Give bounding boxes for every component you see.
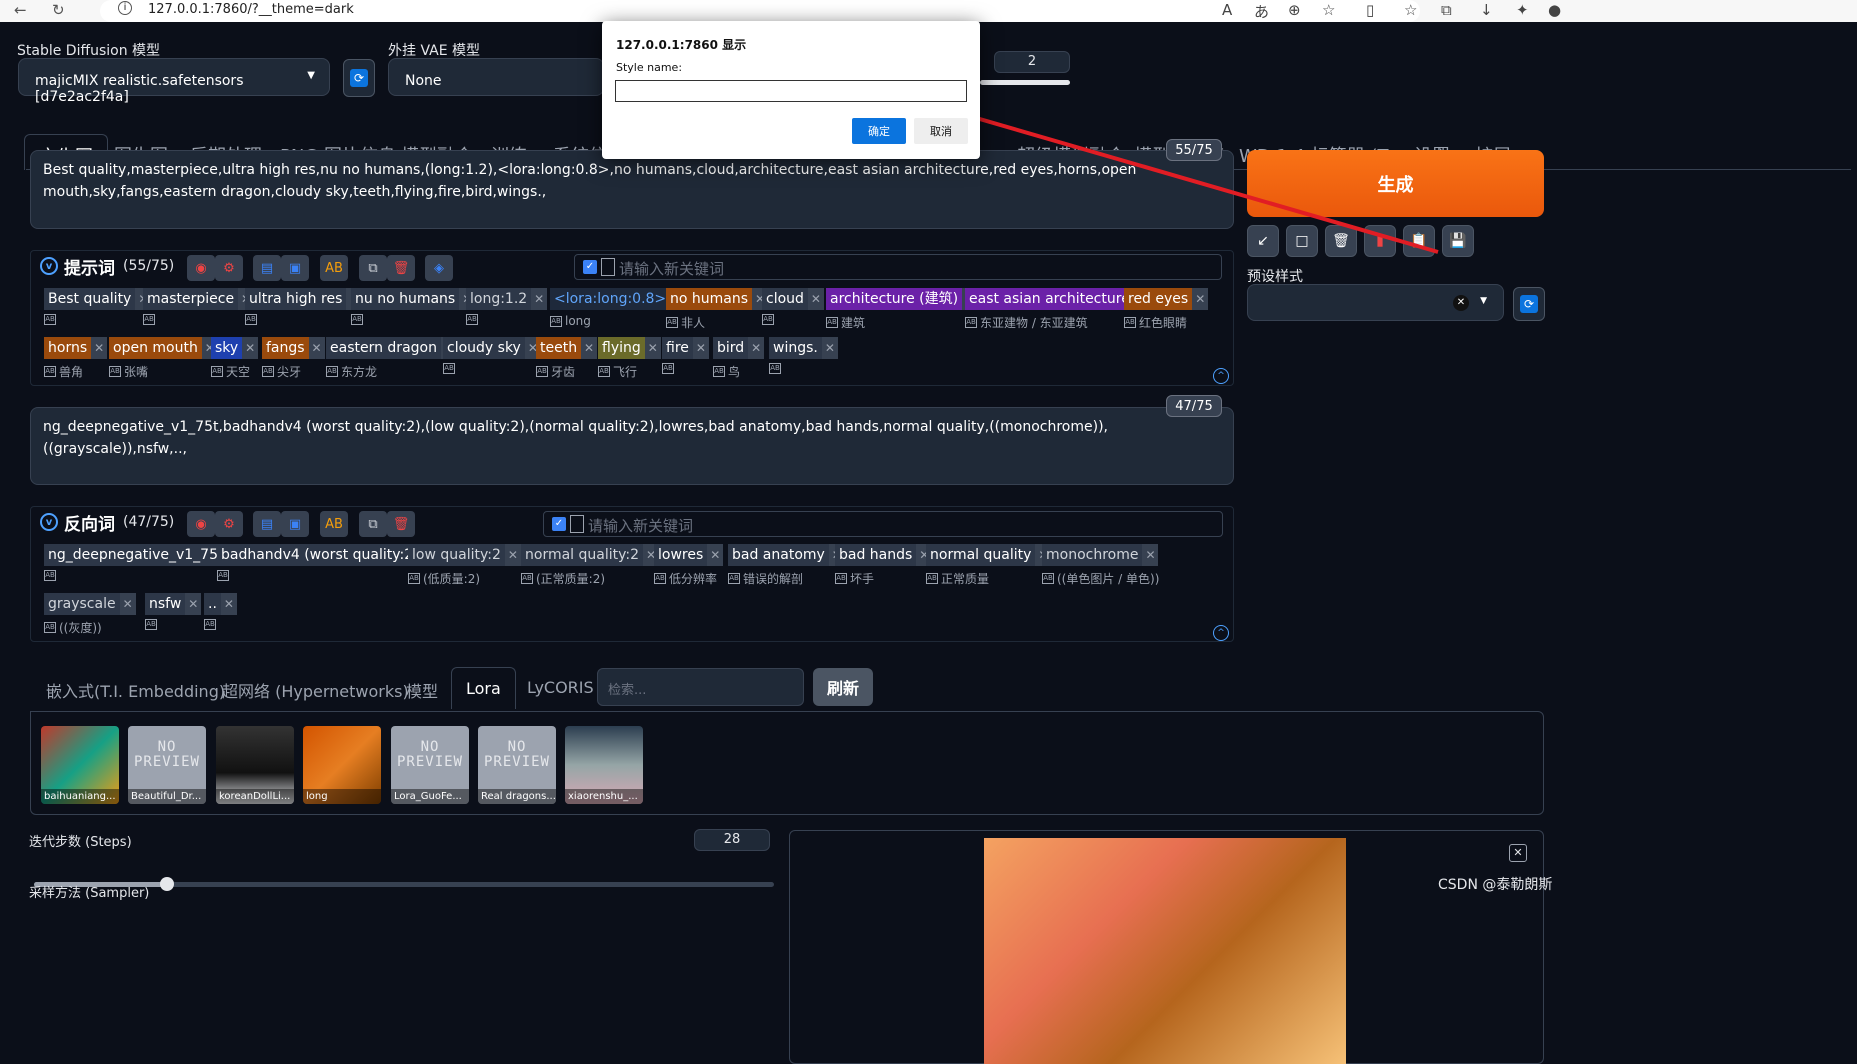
watermark: CSDN @泰勒朗斯 (1438, 877, 1553, 893)
dialog-title: 127.0.0.1:7860 显示 (616, 38, 747, 52)
style-name-input[interactable] (615, 80, 967, 102)
arrow-line (927, 102, 1439, 254)
dialog-cancel-button[interactable]: 取消 (914, 118, 968, 144)
dialog-ok-button[interactable]: 确定 (852, 118, 906, 144)
style-name-dialog: 127.0.0.1:7860 显示 Style name: 确定 取消 (602, 21, 980, 159)
annotation-arrow (914, 96, 1439, 254)
dialog-label: Style name: (616, 61, 683, 74)
